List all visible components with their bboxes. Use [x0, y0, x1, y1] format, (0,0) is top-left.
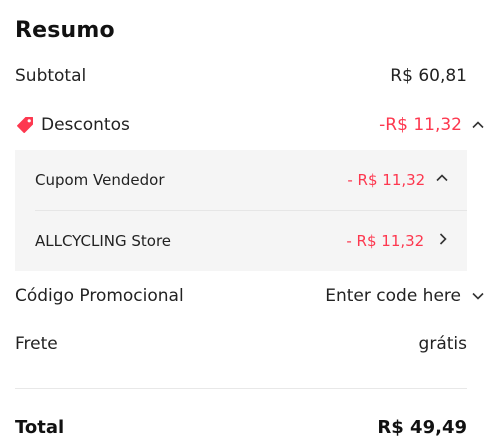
discount-details-panel: Cupom Vendedor - R$ 11,32 ALLCYCLING Sto… — [15, 150, 467, 271]
total-label: Total — [15, 416, 65, 438]
total-row: Total R$ 49,49 — [15, 413, 467, 441]
subtotal-row: Subtotal R$ 60,81 — [15, 63, 467, 89]
summary-title: Resumo — [15, 18, 115, 43]
discounts-row[interactable]: Descontos -R$ 11,32 — [15, 112, 485, 138]
promo-code-input-group[interactable]: Enter code here — [325, 286, 485, 306]
store-label: ALLCYCLING Store — [35, 232, 172, 250]
discounts-label: Descontos — [41, 115, 130, 135]
discounts-value-group: -R$ 11,32 — [379, 115, 485, 135]
promo-code-row[interactable]: Código Promocional Enter code here — [15, 283, 485, 309]
coupon-seller-value: - R$ 11,32 — [347, 171, 426, 189]
promo-code-label: Código Promocional — [15, 286, 184, 306]
shipping-label: Frete — [15, 334, 58, 354]
shipping-row: Frete grátis — [15, 331, 467, 357]
discounts-label-group: Descontos — [15, 115, 130, 135]
chevron-up-icon[interactable] — [435, 171, 449, 185]
chevron-right-icon[interactable] — [437, 232, 449, 246]
coupon-seller-value-group: - R$ 11,32 — [347, 171, 449, 189]
coupon-seller-label: Cupom Vendedor — [35, 171, 165, 189]
chevron-up-icon[interactable] — [471, 118, 485, 132]
coupon-seller-row[interactable]: Cupom Vendedor - R$ 11,32 — [35, 167, 449, 193]
order-summary: Resumo Subtotal R$ 60,81 Descontos -R$ 1… — [0, 0, 500, 447]
chevron-down-icon[interactable] — [471, 289, 485, 303]
promo-code-input[interactable]: Enter code here — [325, 286, 461, 306]
discounts-value: -R$ 11,32 — [379, 115, 462, 135]
subtotal-label: Subtotal — [15, 66, 87, 86]
store-row[interactable]: ALLCYCLING Store - R$ 11,32 — [35, 228, 449, 254]
store-value: - R$ 11,32 — [346, 232, 425, 250]
store-value-group: - R$ 11,32 — [346, 232, 449, 250]
total-value: R$ 49,49 — [377, 416, 467, 438]
tag-icon — [15, 115, 35, 135]
shipping-value: grátis — [418, 334, 467, 354]
subtotal-value: R$ 60,81 — [390, 66, 467, 86]
divider — [15, 388, 467, 389]
sub-divider — [35, 210, 467, 211]
